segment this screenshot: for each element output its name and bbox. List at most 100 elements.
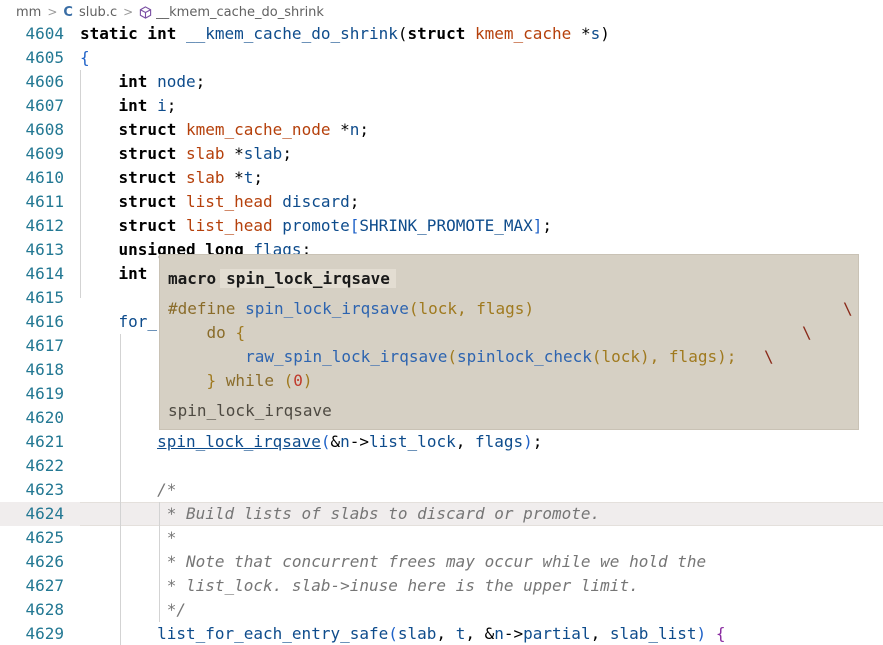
indent-guide	[120, 334, 121, 645]
code-line[interactable]: 4622	[0, 454, 883, 478]
code-token: SHRINK_PROMOTE_MAX	[359, 216, 533, 235]
line-number: 4612	[25, 216, 64, 235]
code-token: struct	[118, 144, 186, 163]
code-text[interactable]: spin_lock_irqsave(&n->list_lock, flags);	[80, 430, 883, 454]
breadcrumb-symbol[interactable]: __kmem_cache_do_shrink	[156, 5, 324, 20]
hover-token: (	[447, 347, 457, 366]
code-token: node	[157, 72, 196, 91]
code-token: *	[580, 24, 591, 43]
code-line[interactable]: 4612 struct list_head promote[SHRINK_PRO…	[0, 214, 883, 238]
code-line[interactable]: 4621 spin_lock_irqsave(&n->list_lock, fl…	[0, 430, 883, 454]
code-line[interactable]: 4627 * list_lock. slab->inuse here is th…	[0, 574, 883, 598]
code-token: *	[340, 120, 350, 139]
code-text[interactable]: struct slab *t;	[80, 166, 883, 190]
code-text[interactable]: * Note that concurrent frees may occur w…	[80, 550, 883, 574]
line-continuation: \	[802, 323, 812, 342]
hover-token: do	[168, 323, 236, 342]
code-text[interactable]: list_for_each_entry_safe(slab, t, &n->pa…	[80, 622, 883, 645]
hover-token: (	[283, 371, 294, 390]
code-token: {	[80, 48, 90, 67]
code-line[interactable]: 4611 struct list_head discard;	[0, 190, 883, 214]
breadcrumb-folder[interactable]: mm	[16, 5, 41, 20]
code-token: list_head	[185, 216, 283, 235]
code-text[interactable]: int i;	[80, 94, 883, 118]
hover-token: while	[225, 371, 284, 390]
line-number: 4607	[25, 96, 64, 115]
code-text[interactable]: static int __kmem_cache_do_shrink(struct…	[80, 22, 883, 46]
code-text[interactable]: * Build lists of slabs to discard or pro…	[80, 502, 883, 526]
code-line[interactable]: 4629 list_for_each_entry_safe(slab, t, &…	[0, 622, 883, 645]
code-text[interactable]: int node;	[80, 70, 883, 94]
code-line[interactable]: 4628 */	[0, 598, 883, 622]
cube-icon	[139, 5, 152, 19]
code-text[interactable]: struct list_head promote[SHRINK_PROMOTE_…	[80, 214, 883, 238]
line-number: 4620	[25, 408, 64, 427]
hover-token	[168, 371, 207, 390]
code-token: for_	[118, 312, 158, 331]
code-token: ->	[349, 432, 370, 451]
code-token: slab	[397, 624, 437, 643]
code-token: list_lock	[369, 432, 456, 451]
code-text[interactable]: struct slab *slab;	[80, 142, 883, 166]
code-line[interactable]: 4625 *	[0, 526, 883, 550]
code-token: s	[590, 24, 601, 43]
code-line[interactable]: 4623 /*	[0, 478, 883, 502]
code-token: ;	[166, 96, 177, 115]
code-token: slab	[185, 144, 235, 163]
code-line[interactable]: 4606 int node;	[0, 70, 883, 94]
line-number: 4605	[25, 48, 64, 67]
line-number: 4617	[25, 336, 64, 355]
code-token: {	[715, 624, 726, 643]
line-number: 4629	[25, 624, 64, 643]
code-token: flags	[474, 432, 524, 451]
code-token: kmem_cache	[474, 24, 581, 43]
line-number: 4614	[25, 264, 64, 283]
code-line[interactable]: 4608 struct kmem_cache_node *n;	[0, 118, 883, 142]
line-number: 4622	[25, 456, 64, 475]
hover-token: #define	[168, 299, 246, 318]
code-text[interactable]: *	[80, 526, 883, 550]
code-text[interactable]: */	[80, 598, 883, 622]
code-token: )	[600, 24, 610, 43]
code-token: (	[397, 24, 408, 43]
line-number: 4615	[25, 288, 64, 307]
code-token: slab_list	[609, 624, 697, 643]
symbol-link[interactable]: spin_lock_irqsave	[157, 432, 321, 451]
hover-token: (lock), flags);	[591, 347, 746, 366]
code-token: i	[157, 96, 167, 115]
hover-token: 0	[293, 371, 303, 390]
code-line[interactable]: 4605 {	[0, 46, 883, 70]
line-number: 4610	[25, 168, 64, 187]
code-line[interactable]: 4609 struct slab *slab;	[0, 142, 883, 166]
code-token: , &	[465, 624, 495, 643]
code-line[interactable]: 4610 struct slab *t;	[0, 166, 883, 190]
code-token: partial	[523, 624, 591, 643]
line-number: 4621	[25, 432, 64, 451]
breadcrumb: mm > C slub.c > __kmem_cache_do_shrink	[0, 0, 883, 24]
line-number: 4606	[25, 72, 64, 91]
code-text[interactable]: /*	[80, 478, 883, 502]
breadcrumb-file[interactable]: slub.c	[79, 5, 117, 20]
code-line[interactable]: 4626 * Note that concurrent frees may oc…	[0, 550, 883, 574]
code-line[interactable]: 4604 static int __kmem_cache_do_shrink(st…	[0, 22, 883, 46]
code-text[interactable]: struct list_head discard;	[80, 190, 883, 214]
code-line[interactable]: 4624 * Build lists of slabs to discard o…	[0, 502, 883, 526]
line-continuation: \	[764, 347, 774, 366]
line-number: 4604	[25, 24, 64, 43]
code-text[interactable]: struct kmem_cache_node *n;	[80, 118, 883, 142]
chevron-right-icon: >	[123, 5, 134, 19]
code-text[interactable]: * list_lock. slab->inuse here is the upp…	[80, 574, 883, 598]
code-text[interactable]: {	[80, 46, 883, 70]
code-token: *	[234, 144, 244, 163]
code-line[interactable]: 4607 int i;	[0, 94, 883, 118]
